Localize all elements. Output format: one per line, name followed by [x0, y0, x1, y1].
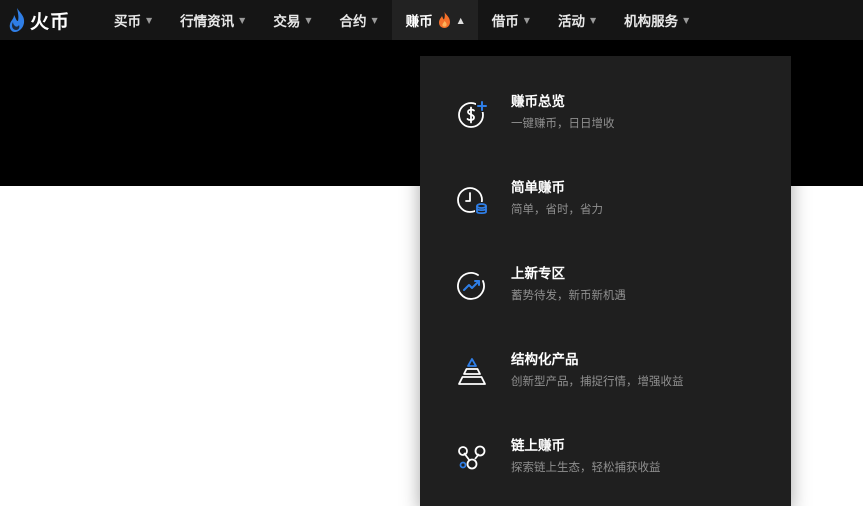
nav-item-markets[interactable]: 行情资讯 ▼ [166, 0, 259, 40]
top-navbar: 火币 买币 ▼ 行情资讯 ▼ 交易 ▼ 合约 ▼ 赚币 ▲ 借币 ▼ 活动 ▼ … [0, 0, 863, 40]
chevron-down-icon: ▼ [589, 15, 597, 25]
chevron-down-icon: ▼ [146, 15, 153, 25]
nav-item-label: 活动 [557, 14, 585, 30]
chevron-down-icon: ▼ [239, 15, 246, 25]
nav-item-institutional[interactable]: 机构服务 ▼ [610, 0, 703, 40]
brand-name: 火币 [30, 10, 71, 33]
chain-nodes-icon [458, 445, 486, 470]
dropdown-item-subtitle: 蓄势待发，新币新机遇 [511, 288, 626, 302]
chevron-down-icon: ▼ [683, 15, 690, 25]
nav-item-label: 交易 [273, 14, 301, 30]
pyramid-icon [458, 358, 486, 385]
nav-item-borrow[interactable]: 借币 ▼ [478, 0, 544, 40]
dropdown-item-title: 结构化产品 [511, 352, 579, 368]
nav-item-trade[interactable]: 交易 ▼ [259, 0, 325, 40]
nav-item-label: 借币 [491, 14, 519, 30]
logo[interactable]: 火币 [7, 0, 70, 40]
coin-plus-icon [458, 100, 488, 128]
dropdown-item-subtitle: 简单，省时，省力 [511, 202, 603, 216]
dropdown-item-earn-overview[interactable]: 赚币总览 一键赚币，日日增收 [420, 80, 791, 150]
chevron-down-icon: ▼ [523, 15, 530, 25]
dropdown-item-title: 简单赚币 [511, 180, 565, 196]
dropdown-item-subtitle: 探索链上生态，轻松捕获收益 [511, 460, 661, 474]
nav-item-futures[interactable]: 合约 ▼ [325, 0, 391, 40]
dropdown-item-title: 赚币总览 [511, 94, 565, 110]
earn-dropdown-menu: 赚币总览 一键赚币，日日增收 简单赚币 简单，省时，省力 上新专区 蓄势待发，新… [420, 56, 791, 506]
dropdown-item-subtitle: 一键赚币，日日增收 [511, 116, 615, 130]
chevron-down-icon: ▼ [371, 15, 378, 25]
nav-item-label: 行情资讯 [180, 14, 235, 30]
nav-item-activities[interactable]: 活动 ▼ [544, 0, 610, 40]
nav-item-label: 买币 [114, 14, 142, 30]
dropdown-item-subtitle: 创新型产品，捕捉行情，增强收益 [511, 374, 684, 388]
dropdown-item-structured-products[interactable]: 结构化产品 创新型产品，捕捉行情，增强收益 [420, 338, 791, 408]
chevron-up-icon: ▲ [457, 15, 464, 25]
nav-item-earn[interactable]: 赚币 ▲ [391, 0, 478, 40]
page: 火币 买币 ▼ 行情资讯 ▼ 交易 ▼ 合约 ▼ 赚币 ▲ 借币 ▼ 活动 ▼ … [0, 0, 863, 506]
dropdown-item-onchain-earn[interactable]: 链上赚币 探索链上生态，轻松捕获收益 [420, 424, 791, 494]
trend-up-icon [457, 272, 485, 300]
dropdown-item-simple-earn[interactable]: 简单赚币 简单，省时，省力 [420, 166, 791, 236]
dropdown-item-title: 链上赚币 [511, 438, 565, 454]
chevron-down-icon: ▼ [305, 15, 312, 25]
clock-coins-icon [457, 187, 488, 215]
flame-icon [437, 11, 452, 29]
huobi-flame-logo-icon [9, 8, 25, 32]
nav-item-label: 赚币 [405, 14, 433, 30]
dropdown-item-title: 上新专区 [511, 266, 565, 282]
nav-item-label: 机构服务 [624, 14, 679, 30]
nav-item-buy[interactable]: 买币 ▼ [100, 0, 166, 40]
nav-item-label: 合约 [339, 14, 367, 30]
dropdown-item-new-listings[interactable]: 上新专区 蓄势待发，新币新机遇 [420, 252, 791, 322]
